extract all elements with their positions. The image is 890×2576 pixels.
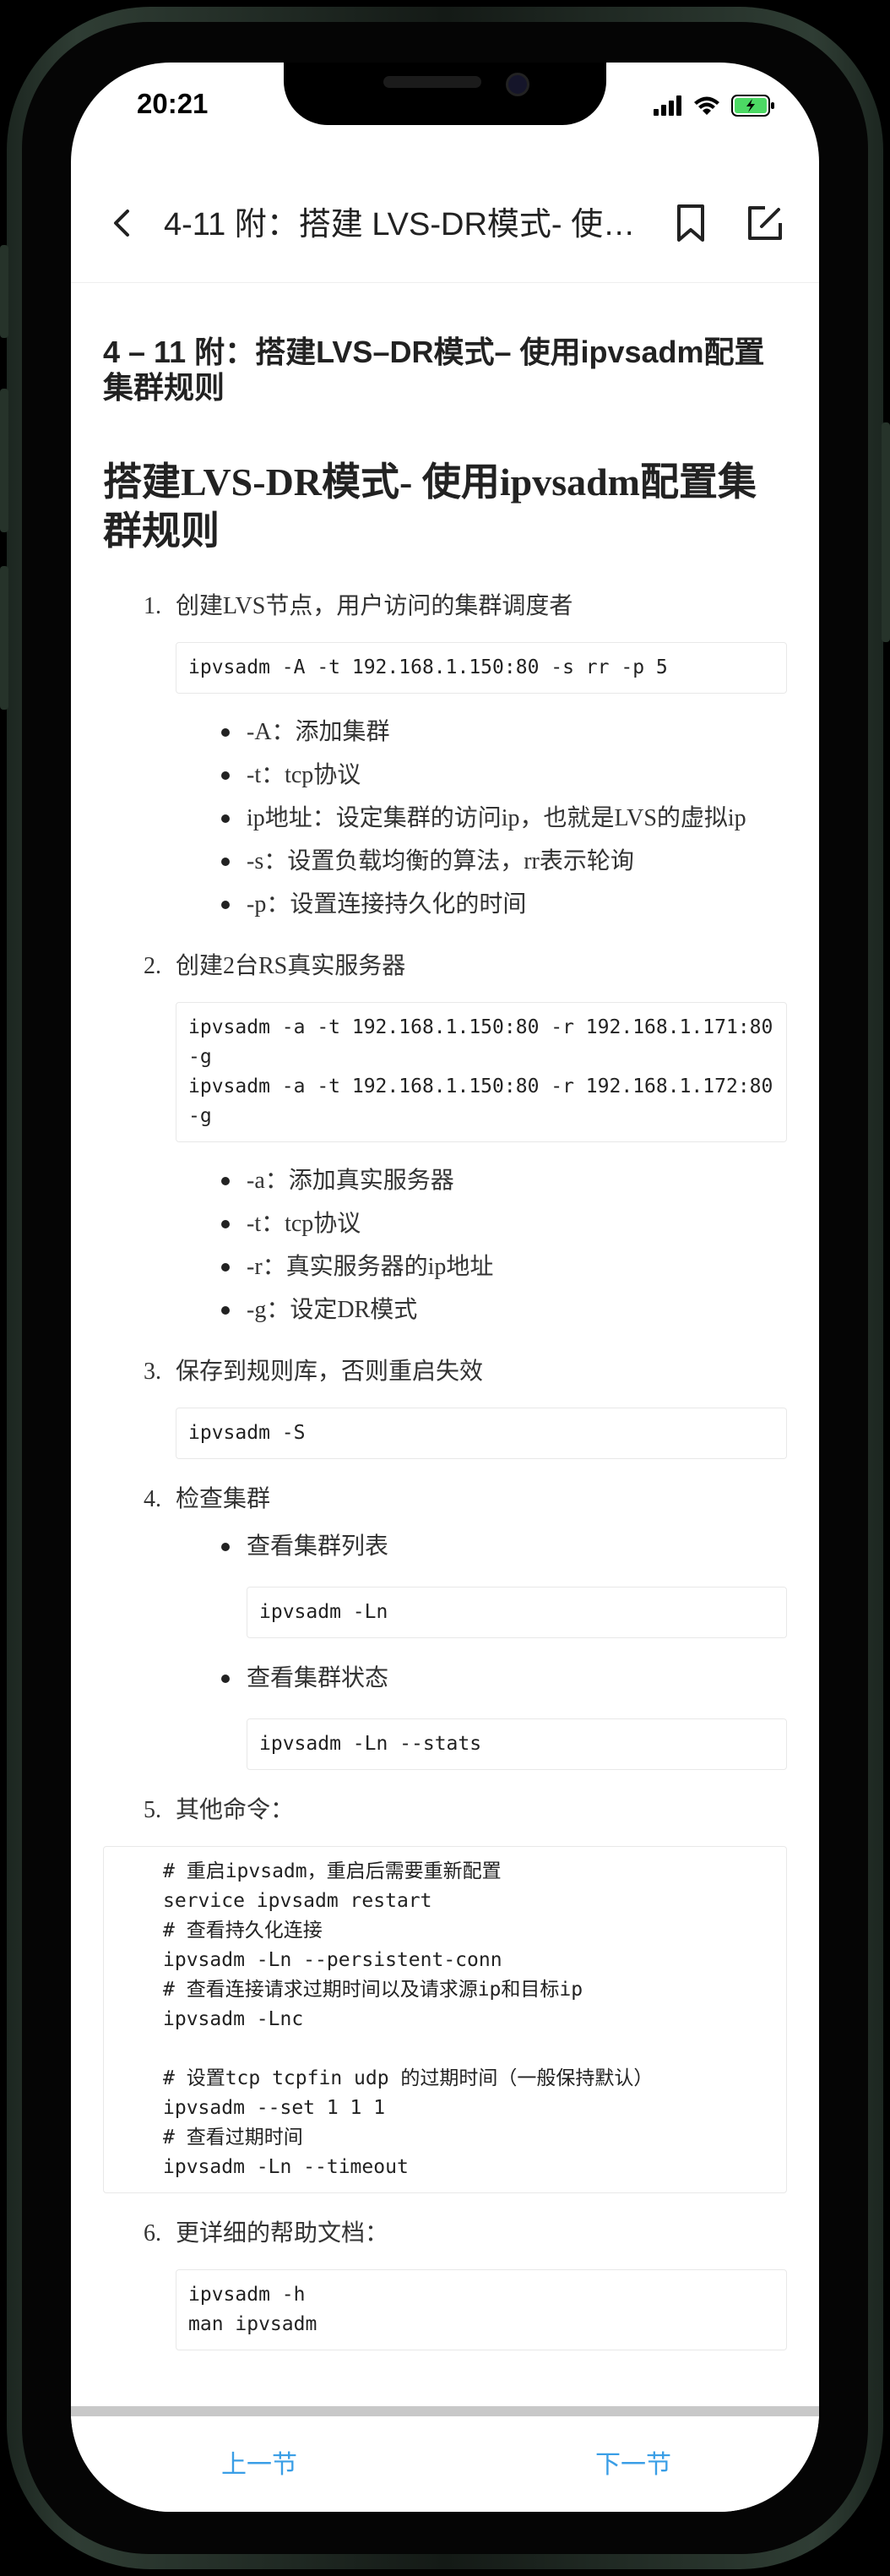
step-number: 4. bbox=[144, 1486, 161, 1512]
step-number: 1. bbox=[144, 593, 161, 619]
doc-title: 4 – 11 附：搭建LVS–DR模式– 使用ipvsadm配置集群规则 bbox=[103, 335, 765, 405]
code-block: ipvsadm -h man ipvsadm bbox=[176, 2269, 787, 2350]
code-block: ipvsadm -A -t 192.168.1.150:80 -s rr -p … bbox=[176, 642, 787, 694]
article-heading: 搭建LVS-DR模式- 使用ipvsadm配置集群规则 bbox=[103, 460, 757, 553]
step-item: 1. 创建LVS节点，用户访问的集群调度者 ipvsadm -A -t 192.… bbox=[103, 590, 787, 926]
bottom-nav: 上一节 下一节 bbox=[71, 2416, 819, 2512]
code-block: ipvsadm -Ln bbox=[247, 1587, 787, 1638]
bullet-list: -A：添加集群 -t：tcp协议 ip地址：设定集群的访问ip，也就是LVS的虚… bbox=[176, 711, 787, 926]
bullet-item: ip地址：设定集群的访问ip，也就是LVS的虚拟ip bbox=[176, 797, 787, 840]
code-block: ipvsadm -S bbox=[176, 1408, 787, 1459]
side-button bbox=[0, 566, 8, 710]
step-number: 3. bbox=[144, 1359, 161, 1385]
bullet-list: -a：添加真实服务器 -t：tcp协议 -r：真实服务器的ip地址 -g：设定D… bbox=[176, 1159, 787, 1332]
article-content: 4 – 11 附：搭建LVS–DR模式– 使用ipvsadm配置集群规则 搭建L… bbox=[103, 282, 787, 2374]
step-number: 2. bbox=[144, 953, 161, 979]
step-text: 保存到规则库，否则重启失效 bbox=[176, 1359, 484, 1385]
bottom-divider bbox=[71, 2406, 819, 2416]
wifi-icon bbox=[694, 96, 719, 115]
step-text: 其他命令： bbox=[176, 1797, 295, 1823]
step-item: 3. 保存到规则库，否则重启失效 ipvsadm -S bbox=[103, 1355, 787, 1459]
step-item: 4. 检查集群 查看集群列表 ipvsadm -Ln 查看集群状态 ipvsad… bbox=[103, 1483, 787, 1770]
bullet-item: -g：设定DR模式 bbox=[176, 1288, 787, 1332]
step-text: 检查集群 bbox=[176, 1486, 271, 1512]
signal-icon bbox=[654, 95, 681, 116]
step-item: 6. 更详细的帮助文档： ipvsadm -h man ipvsadm bbox=[103, 2217, 787, 2350]
prev-section-button[interactable]: 上一节 bbox=[221, 2443, 297, 2481]
step-number: 5. bbox=[144, 1797, 161, 1823]
bullet-item: 查看集群状态 bbox=[176, 1657, 787, 1700]
next-section-button[interactable]: 下一节 bbox=[595, 2443, 671, 2481]
steps-list: 1. 创建LVS节点，用户访问的集群调度者 ipvsadm -A -t 192.… bbox=[103, 590, 787, 2350]
nav-title: 4-11 附：搭建 LVS-DR模式- 使用ipvsadm配置集群规则 bbox=[164, 207, 654, 242]
edit-button[interactable] bbox=[740, 198, 790, 248]
code-block: ipvsadm -Ln --stats bbox=[247, 1718, 787, 1770]
camera bbox=[506, 73, 529, 96]
sub-item: 查看集群状态 ipvsadm -Ln --stats bbox=[176, 1657, 787, 1770]
step-text: 创建2台RS真实服务器 bbox=[176, 953, 406, 979]
code-block: # 重启ipvsadm，重启后需要重新配置 service ipvsadm re… bbox=[103, 1846, 787, 2193]
side-button bbox=[882, 422, 890, 642]
bullet-item: -p：设置连接持久化的时间 bbox=[176, 883, 787, 926]
bookmark-icon bbox=[677, 204, 704, 242]
sub-item: 查看集群列表 ipvsadm -Ln bbox=[176, 1525, 787, 1638]
bookmark-button[interactable] bbox=[665, 198, 716, 248]
code-block: ipvsadm -a -t 192.168.1.150:80 -r 192.16… bbox=[176, 1002, 787, 1142]
speaker bbox=[383, 76, 481, 88]
step-item: 2. 创建2台RS真实服务器 ipvsadm -a -t 192.168.1.1… bbox=[103, 950, 787, 1332]
bullet-item: -t：tcp协议 bbox=[176, 1202, 787, 1245]
bullet-item: -a：添加真实服务器 bbox=[176, 1159, 787, 1202]
phone-screen: 20:21 4-11 附：搭建 LVS-DR模式- 使用i 4 – 11 附：搭… bbox=[71, 63, 819, 2512]
bullet-item: -t：tcp协议 bbox=[176, 754, 787, 797]
bullet-item: 查看集群列表 bbox=[176, 1525, 787, 1568]
status-time: 20:21 bbox=[137, 88, 209, 119]
notch bbox=[284, 63, 606, 125]
status-bar: 20:21 bbox=[71, 63, 819, 164]
bullet-item: -A：添加集群 bbox=[176, 711, 787, 754]
chevron-left-icon bbox=[114, 210, 129, 237]
step-item: 5. 其他命令： # 重启ipvsadm，重启后需要重新配置 service i… bbox=[103, 1794, 787, 2193]
back-button[interactable] bbox=[96, 198, 147, 248]
nav-bar: 4-11 附：搭建 LVS-DR模式- 使用ipvsadm配置集群规则 bbox=[71, 164, 819, 283]
bullet-item: -s：设置负载均衡的算法，rr表示轮询 bbox=[176, 840, 787, 883]
bullet-item: -r：真实服务器的ip地址 bbox=[176, 1245, 787, 1288]
status-icons bbox=[654, 93, 775, 118]
step-text: 创建LVS节点，用户访问的集群调度者 bbox=[176, 593, 573, 619]
side-button bbox=[0, 389, 8, 532]
edit-icon bbox=[748, 206, 782, 240]
battery-icon bbox=[731, 95, 774, 117]
step-text: 更详细的帮助文档： bbox=[176, 2220, 389, 2247]
side-button bbox=[0, 245, 8, 338]
step-number: 6. bbox=[144, 2220, 161, 2247]
